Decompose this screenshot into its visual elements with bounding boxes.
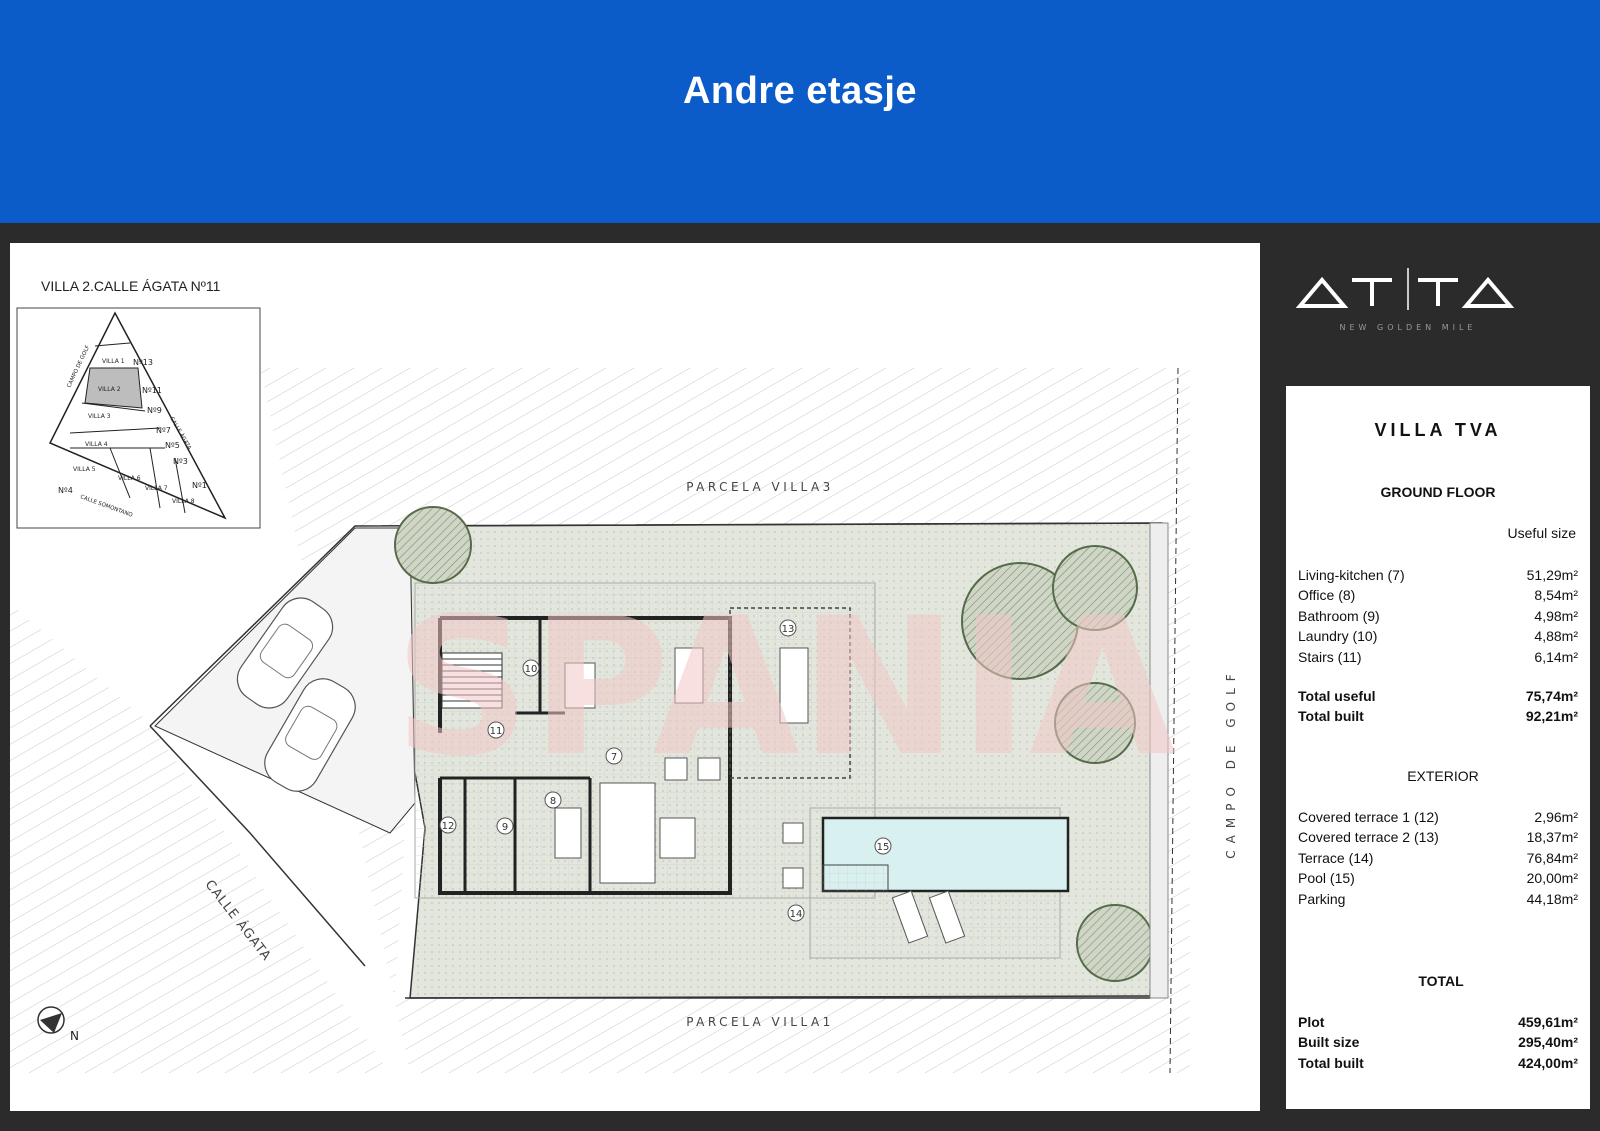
floor-plan-drawing: SPANIA 7 8 9 10 11 12 13 14 15 PARCELA V… xyxy=(10,307,1238,1074)
svg-text:12: 12 xyxy=(442,821,455,832)
svg-text:Nº3: Nº3 xyxy=(173,457,188,466)
svg-text:Nº13: Nº13 xyxy=(133,358,153,367)
parcel-top-label: PARCELA VILLA3 xyxy=(686,480,834,494)
plot-row: Plot 459,61m² xyxy=(1298,1014,1578,1030)
room-row: Stairs (11) 6,14m² xyxy=(1298,648,1578,665)
useful-size-heading: Useful size xyxy=(1507,525,1576,541)
exterior-row: Pool (15) 20,00m² xyxy=(1298,870,1578,887)
exterior-row: Covered terrace 2 (13) 18,37m² xyxy=(1298,829,1578,846)
grand-totals: Plot 459,61m² Built size 295,40m² Total bu… xyxy=(1298,1012,1578,1073)
atta-logo: NEW GOLDEN MILE xyxy=(1260,262,1600,342)
total-useful-row: Total useful 75,74m² xyxy=(1298,688,1578,704)
exterior-row: Terrace (14) 76,84m² xyxy=(1298,849,1578,866)
campo-de-golf-label: CAMPO DE GOLF xyxy=(1224,667,1238,858)
svg-text:Nº9: Nº9 xyxy=(147,406,162,415)
watermark: SPANIA xyxy=(394,577,1176,798)
ground-floor-heading: GROUND FLOOR xyxy=(1380,484,1496,500)
svg-text:VILLA 3: VILLA 3 xyxy=(88,413,111,420)
svg-text:10: 10 xyxy=(525,664,538,675)
svg-text:Nº4: Nº4 xyxy=(58,486,73,495)
room-row: Office (8) 8,54m² xyxy=(1298,587,1578,604)
svg-text:14: 14 xyxy=(790,909,803,920)
floor-plan: SPANIA 7 8 9 10 11 12 13 14 15 PARCELA V… xyxy=(10,243,1260,1111)
svg-text:VILLA 8: VILLA 8 xyxy=(172,498,195,505)
svg-text:Nº5: Nº5 xyxy=(165,441,180,450)
svg-text:VILLA 7: VILLA 7 xyxy=(145,485,168,492)
svg-text:Nº7: Nº7 xyxy=(156,426,171,435)
total-built-row: Total built 92,21m² xyxy=(1298,708,1578,725)
svg-text:VILLA 4: VILLA 4 xyxy=(85,441,108,448)
exterior-row: Parking 44,18m² xyxy=(1298,890,1578,907)
room-row: Living-kitchen (7) 51,29m² xyxy=(1298,567,1578,583)
logo-tagline: NEW GOLDEN MILE xyxy=(1340,323,1477,332)
svg-text:15: 15 xyxy=(877,842,890,853)
villa-location-label: VILLA 2.CALLE ÁGATA Nº11 xyxy=(41,278,221,294)
north-label: N xyxy=(70,1029,79,1043)
total-heading: TOTAL xyxy=(1418,973,1464,989)
svg-text:8: 8 xyxy=(550,796,556,807)
svg-text:Nº1: Nº1 xyxy=(192,481,207,490)
exterior-heading: EXTERIOR xyxy=(1407,768,1479,784)
svg-text:9: 9 xyxy=(502,822,508,833)
floor-totals: Total useful 75,74m² Total built 92,21m² xyxy=(1298,686,1578,727)
svg-text:VILLA 5: VILLA 5 xyxy=(73,466,96,473)
svg-text:VILLA 1: VILLA 1 xyxy=(102,358,125,365)
svg-text:7: 7 xyxy=(611,752,617,763)
area-summary-card: VILLA TVA GROUND FLOOR Useful size Livin… xyxy=(1286,386,1590,1109)
card-title: VILLA TVA xyxy=(1374,420,1502,440)
exterior-row: Covered terrace 1 (12) 2,96m² xyxy=(1298,809,1578,825)
svg-text:VILLA 6: VILLA 6 xyxy=(118,475,141,482)
room-row: Laundry (10) 4,88m² xyxy=(1298,628,1578,645)
page-title: Andre etasje xyxy=(682,70,918,112)
total-built-grand-row: Total built 424,00m² xyxy=(1298,1054,1578,1071)
exterior-list: Covered terrace 1 (12) 2,96m² Covered ter… xyxy=(1298,807,1578,909)
parcel-bottom-label: PARCELA VILLA1 xyxy=(686,1015,834,1029)
header-banner: Andre etasje xyxy=(0,0,1600,223)
svg-text:Nº11: Nº11 xyxy=(142,386,162,395)
logo-mark: NEW GOLDEN MILE xyxy=(1295,268,1515,332)
room-row: Bathroom (9) 4,98m² xyxy=(1298,607,1578,624)
built-size-row: Built size 295,40m² xyxy=(1298,1034,1578,1051)
location-inset-map: VILLA 1 VILLA 2 VILLA 3 VILLA 4 VILLA 5 … xyxy=(16,307,261,529)
svg-text:11: 11 xyxy=(490,726,503,737)
svg-text:13: 13 xyxy=(782,624,795,635)
room-list: Living-kitchen (7) 51,29m² Office (8) 8,54… xyxy=(1298,565,1578,667)
svg-text:VILLA 2: VILLA 2 xyxy=(98,386,121,393)
